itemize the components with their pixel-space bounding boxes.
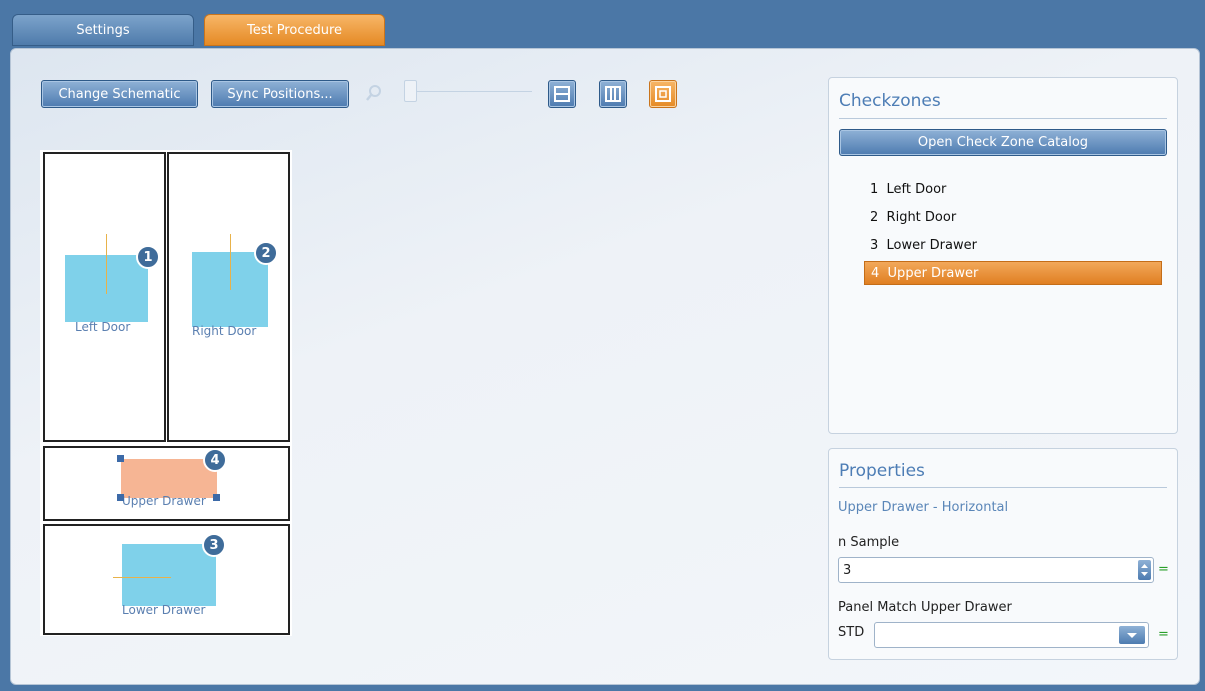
open-catalog-label: Open Check Zone Catalog xyxy=(917,135,1089,150)
properties-divider xyxy=(839,487,1167,488)
zone-left-door-marker xyxy=(106,234,107,294)
checkzone-name: Left Door xyxy=(886,182,947,197)
std-label: STD xyxy=(838,625,865,640)
panel-match-label: Panel Match Upper Drawer xyxy=(838,600,1012,615)
zone-right-door-label: Right Door xyxy=(192,324,257,338)
resize-handle-bottom-left[interactable] xyxy=(117,494,124,501)
change-schematic-button[interactable]: Change Schematic xyxy=(41,80,198,108)
checkzone-item-selected[interactable]: 4 Upper Drawer xyxy=(864,261,1162,285)
zoom-icon xyxy=(366,85,381,101)
checkzone-name: Lower Drawer xyxy=(886,238,977,253)
fit-all-icon xyxy=(655,86,671,102)
std-dropdown[interactable] xyxy=(874,622,1149,648)
zone-right-door-marker xyxy=(230,234,231,290)
zone-upper-drawer-label: Upper Drawer xyxy=(122,494,206,508)
change-schematic-label: Change Schematic xyxy=(58,86,181,102)
chevron-down-icon xyxy=(1127,633,1137,638)
sync-positions-button[interactable]: Sync Positions... xyxy=(211,80,349,108)
n-sample-equals: = xyxy=(1158,562,1169,577)
properties-subtitle: Upper Drawer - Horizontal xyxy=(838,500,1009,515)
zone-badge-4: 4 xyxy=(203,448,227,472)
std-equals: = xyxy=(1158,627,1169,642)
tab-settings[interactable]: Settings xyxy=(12,14,194,46)
checkzone-number: 2 xyxy=(870,210,879,225)
schematic-canvas[interactable]: Left Door 1 Right Door 2 Upper Drawer 4 … xyxy=(40,150,292,636)
fit-width-icon xyxy=(554,86,570,102)
zone-badge-2: 2 xyxy=(254,241,278,265)
zone-left-door-label: Left Door xyxy=(75,320,131,334)
tab-test-procedure-label: Test Procedure xyxy=(246,22,343,38)
zoom-slider-track[interactable] xyxy=(417,91,532,92)
sync-positions-label: Sync Positions... xyxy=(227,86,333,102)
resize-handle-bottom-right[interactable] xyxy=(213,494,220,501)
checkzone-item[interactable]: 2 Right Door xyxy=(870,206,956,230)
properties-title: Properties xyxy=(839,461,925,481)
resize-handle-top-left[interactable] xyxy=(117,455,124,462)
fit-all-button[interactable] xyxy=(649,80,677,108)
checkzone-name: Upper Drawer xyxy=(887,266,979,281)
checkzone-name: Right Door xyxy=(886,210,957,225)
dropdown-button[interactable] xyxy=(1119,626,1145,644)
checkzone-number: 3 xyxy=(870,238,879,253)
zone-upper-drawer[interactable] xyxy=(121,459,217,498)
n-sample-stepper[interactable]: 3 xyxy=(838,557,1154,583)
up-down-arrows-icon xyxy=(1141,564,1148,576)
tab-test-procedure[interactable]: Test Procedure xyxy=(204,14,385,46)
zone-lower-drawer-marker xyxy=(113,577,171,578)
checkzone-item[interactable]: 3 Lower Drawer xyxy=(870,234,977,258)
checkzone-number: 4 xyxy=(871,266,880,281)
n-sample-label: n Sample xyxy=(838,535,900,550)
checkzones-divider xyxy=(839,118,1167,119)
stepper-arrows[interactable] xyxy=(1138,560,1151,580)
n-sample-value: 3 xyxy=(843,563,852,578)
tab-settings-label: Settings xyxy=(76,22,130,38)
checkzone-number: 1 xyxy=(870,182,879,197)
zoom-slider-thumb[interactable] xyxy=(404,80,417,102)
zone-lower-drawer[interactable] xyxy=(122,544,216,606)
checkzone-item[interactable]: 1 Left Door xyxy=(870,178,946,202)
zone-lower-drawer-label: Lower Drawer xyxy=(122,603,206,617)
checkzones-title: Checkzones xyxy=(839,91,941,111)
zone-badge-1: 1 xyxy=(136,245,160,269)
fit-height-icon xyxy=(605,86,621,102)
fit-height-button[interactable] xyxy=(599,80,627,108)
fit-width-button[interactable] xyxy=(548,80,576,108)
zone-badge-3: 3 xyxy=(202,533,226,557)
open-check-zone-catalog-button[interactable]: Open Check Zone Catalog xyxy=(839,129,1167,156)
